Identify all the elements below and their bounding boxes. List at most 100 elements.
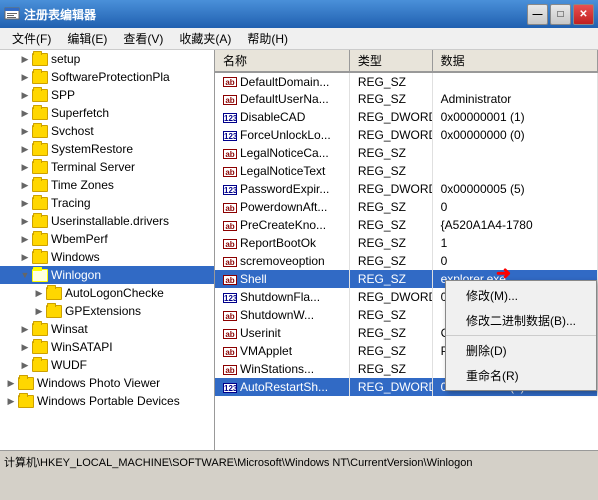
tree-item-setup[interactable]: ▶ setup — [0, 50, 214, 68]
tree-item-userinstallable[interactable]: ▶ Userinstallable.drivers — [0, 212, 214, 230]
tree-item-winlogon[interactable]: ▼ Winlogon — [0, 266, 214, 284]
tree-item-svchost[interactable]: ▶ Svchost — [0, 122, 214, 140]
context-menu-item-modify[interactable]: 修改(M)... — [446, 283, 596, 308]
tree-label: AutoLogonChecke — [65, 286, 164, 300]
expand-icon: ▶ — [18, 232, 32, 246]
tree-item-gpextensions[interactable]: ▶ GPExtensions — [0, 302, 214, 320]
tree-item-wudf[interactable]: ▶ WUDF — [0, 356, 214, 374]
folder-icon — [32, 323, 48, 336]
table-row[interactable]: abLegalNoticeCa... REG_SZ — [215, 144, 598, 162]
close-button[interactable]: ✕ — [573, 4, 594, 25]
table-row[interactable]: abDefaultDomain... REG_SZ — [215, 72, 598, 90]
tree-item-tracing[interactable]: ▶ Tracing — [0, 194, 214, 212]
type-icon: 123 — [223, 185, 237, 195]
col-header-data: 数据 — [432, 50, 597, 72]
context-menu-item-modifybinary[interactable]: 修改二进制数据(B)... — [446, 308, 596, 333]
tree-label: WUDF — [51, 358, 87, 372]
status-bar: 计算机\HKEY_LOCAL_MACHINE\SOFTWARE\Microsof… — [0, 450, 598, 472]
folder-icon — [32, 161, 48, 174]
menu-file[interactable]: 文件(F) — [4, 28, 59, 49]
table-row[interactable]: abscremoveoption REG_SZ 0 — [215, 252, 598, 270]
folder-icon — [32, 269, 48, 282]
reg-type: REG_SZ — [349, 216, 432, 234]
tree-label: Winlogon — [51, 268, 101, 282]
menu-help[interactable]: 帮助(H) — [239, 28, 296, 49]
tree-item-windowsportabledevices[interactable]: ▶ Windows Portable Devices — [0, 392, 214, 410]
folder-icon — [46, 287, 62, 300]
reg-data — [432, 162, 597, 180]
reg-name: abVMApplet — [215, 342, 349, 360]
expand-icon: ▶ — [18, 196, 32, 210]
folder-icon — [32, 251, 48, 264]
title-bar: 注册表编辑器 — □ ✕ — [0, 0, 598, 28]
table-row[interactable]: abPowerdownAft... REG_SZ 0 — [215, 198, 598, 216]
tree-item-winsat[interactable]: ▶ Winsat — [0, 320, 214, 338]
tree-label: WbemPerf — [51, 232, 108, 246]
reg-name: 123AutoRestartSh... — [215, 378, 349, 396]
tree-label: Tracing — [51, 196, 91, 210]
type-icon: ab — [223, 149, 237, 159]
tree-item-spp[interactable]: ▶ SPP — [0, 86, 214, 104]
tree-label: Winsat — [51, 322, 88, 336]
expand-icon: ▶ — [18, 358, 32, 372]
reg-type: REG_SZ — [349, 198, 432, 216]
maximize-button[interactable]: □ — [550, 4, 571, 25]
tree-item-systemrestore[interactable]: ▶ SystemRestore — [0, 140, 214, 158]
reg-type: REG_SZ — [349, 162, 432, 180]
tree-label: Time Zones — [51, 178, 114, 192]
expand-icon: ▶ — [18, 124, 32, 138]
app-icon — [4, 6, 20, 22]
reg-type: REG_SZ — [349, 90, 432, 108]
tree-label: Terminal Server — [51, 160, 135, 174]
context-menu: ➜ 修改(M)... 修改二进制数据(B)... 删除(D) 重命名(R) — [445, 280, 597, 391]
reg-type: REG_SZ — [349, 342, 432, 360]
expand-icon: ▶ — [18, 70, 32, 84]
reg-type: REG_SZ — [349, 72, 432, 90]
reg-name: abLegalNoticeText — [215, 162, 349, 180]
tree-item-windowsphotoviewer[interactable]: ▶ Windows Photo Viewer — [0, 374, 214, 392]
table-row[interactable]: abPreCreateKno... REG_SZ {A520A1A4-1780 — [215, 216, 598, 234]
reg-name: abPreCreateKno... — [215, 216, 349, 234]
tree-item-timezones[interactable]: ▶ Time Zones — [0, 176, 214, 194]
menu-view[interactable]: 查看(V) — [115, 28, 171, 49]
tree-item-softwareprotection[interactable]: ▶ SoftwareProtectionPla — [0, 68, 214, 86]
tree-label: WinSATAPI — [51, 340, 113, 354]
context-menu-item-delete[interactable]: 删除(D) — [446, 338, 596, 363]
tree-item-autologon[interactable]: ▶ AutoLogonChecke — [0, 284, 214, 302]
reg-type: REG_DWORD — [349, 288, 432, 306]
type-icon: ab — [223, 311, 237, 321]
type-icon: 123 — [223, 113, 237, 123]
table-row[interactable]: 123PasswordExpir... REG_DWORD 0x00000005… — [215, 180, 598, 198]
folder-icon — [32, 233, 48, 246]
folder-icon — [18, 377, 34, 390]
context-menu-separator — [446, 335, 596, 336]
reg-data — [432, 72, 597, 90]
minimize-button[interactable]: — — [527, 4, 548, 25]
reg-data — [432, 144, 597, 162]
reg-data: Administrator — [432, 90, 597, 108]
tree-label: SPP — [51, 88, 75, 102]
reg-type: REG_SZ — [349, 324, 432, 342]
table-row[interactable]: abReportBootOk REG_SZ 1 — [215, 234, 598, 252]
table-row[interactable]: abLegalNoticeText REG_SZ — [215, 162, 598, 180]
reg-name: 123DisableCAD — [215, 108, 349, 126]
tree-item-winsatapi[interactable]: ▶ WinSATAPI — [0, 338, 214, 356]
tree-item-windows[interactable]: ▶ Windows — [0, 248, 214, 266]
folder-icon — [32, 89, 48, 102]
table-row[interactable]: 123ForceUnlockLo... REG_DWORD 0x00000000… — [215, 126, 598, 144]
table-row[interactable]: 123DisableCAD REG_DWORD 0x00000001 (1) — [215, 108, 598, 126]
menu-favorites[interactable]: 收藏夹(A) — [171, 28, 239, 49]
context-menu-item-rename[interactable]: 重命名(R) — [446, 363, 596, 388]
type-icon: ab — [223, 221, 237, 231]
tree-item-superfetch[interactable]: ▶ Superfetch — [0, 104, 214, 122]
col-header-type: 类型 — [349, 50, 432, 72]
reg-type: REG_SZ — [349, 252, 432, 270]
reg-name: abUserinit — [215, 324, 349, 342]
tree-item-wbemperf[interactable]: ▶ WbemPerf — [0, 230, 214, 248]
table-row[interactable]: abDefaultUserNa... REG_SZ Administrator — [215, 90, 598, 108]
tree-label: setup — [51, 52, 80, 66]
tree-item-terminalserver[interactable]: ▶ Terminal Server — [0, 158, 214, 176]
menu-edit[interactable]: 编辑(E) — [59, 28, 115, 49]
reg-type: REG_SZ — [349, 234, 432, 252]
tree-label: SoftwareProtectionPla — [51, 70, 170, 84]
